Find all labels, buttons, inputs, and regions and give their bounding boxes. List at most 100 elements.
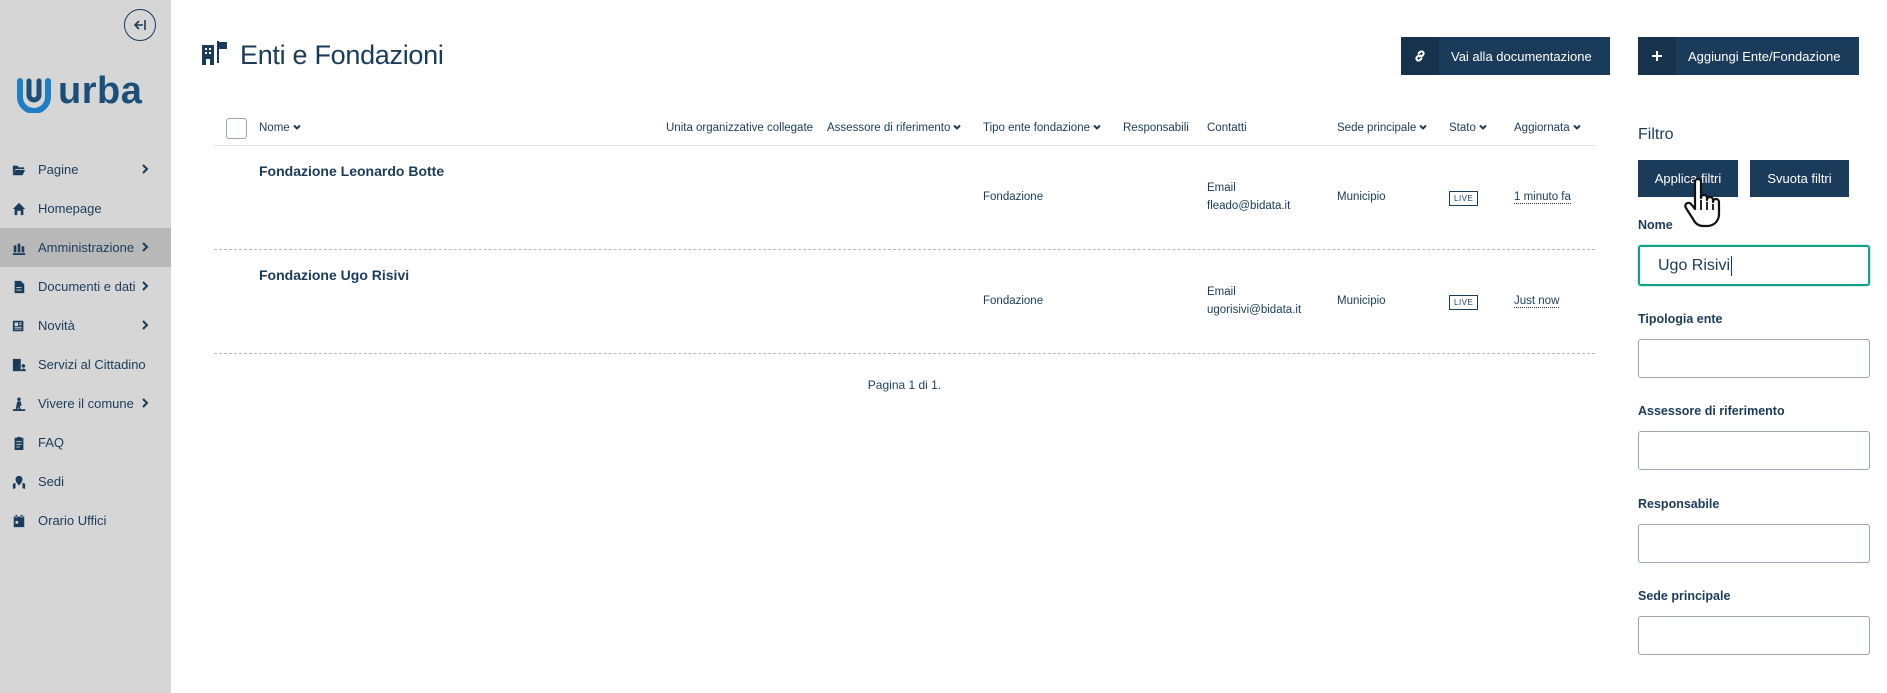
sidebar-item-label: Amministrazione (38, 240, 135, 255)
chevron-down-icon (290, 122, 301, 134)
filter-panel: Filtro Applica filtri Svuota filtri Nome… (1638, 126, 1870, 655)
column-label: Stato (1449, 122, 1476, 134)
sidebar-item-documenti[interactable]: Documenti e dati (0, 267, 171, 306)
sidebar-item-pagine[interactable]: Pagine (0, 150, 171, 189)
row-name-link[interactable]: Fondazione Ugo Risivi (259, 267, 409, 283)
nome-input[interactable]: Ugo Risivi (1638, 245, 1870, 286)
chevron-right-icon (139, 280, 151, 292)
select-all-checkbox[interactable] (226, 118, 247, 139)
collapse-sidebar-button[interactable] (124, 9, 156, 41)
sidebar-item-label: Homepage (38, 201, 102, 216)
column-stato[interactable]: Stato (1449, 122, 1487, 134)
column-label: Contatti (1207, 122, 1247, 134)
chevron-down-icon (1090, 122, 1101, 134)
page-header: Enti e Fondazioni (202, 40, 444, 71)
sede-input[interactable] (1638, 616, 1870, 655)
pagination: Pagina 1 di 1. (867, 378, 942, 392)
urba-logo[interactable]: urba (14, 70, 142, 113)
column-label: Responsabili (1123, 122, 1189, 134)
page-title: Enti e Fondazioni (240, 40, 444, 70)
column-label: Aggiornata (1514, 122, 1570, 134)
tipologia-input[interactable] (1638, 339, 1870, 378)
person-walking-icon (12, 396, 26, 411)
urba-logo-icon (17, 77, 51, 113)
sidebar-item-amministrazione[interactable]: Amministrazione (0, 228, 171, 267)
calendar-icon (12, 514, 26, 528)
link-icon (1401, 37, 1439, 75)
column-assessore[interactable]: Assessore di riferimento (827, 122, 962, 134)
home-icon (12, 202, 26, 216)
column-tipo[interactable]: Tipo ente fondazione (983, 122, 1101, 134)
column-label: Unita organizzative collegate (666, 122, 814, 134)
column-label: Tipo ente fondazione (983, 122, 1090, 134)
sidebar-item-label: Orario Uffici (38, 513, 107, 528)
documentation-button-label: Vai alla documentazione (1451, 48, 1592, 64)
nome-label: Nome (1638, 218, 1673, 232)
chevron-down-icon (1416, 122, 1427, 134)
sidebar-item-sedi[interactable]: Sedi (0, 462, 171, 501)
sidebar-item-label: Servizi al Cittadino (38, 357, 146, 372)
contact-email: fleado@bidata.it (1207, 200, 1291, 212)
chevron-right-icon (139, 163, 151, 175)
sidebar-item-label: Documenti e dati (38, 279, 136, 294)
sidebar-item-orario[interactable]: Orario Uffici (0, 501, 171, 540)
sidebar-item-faq[interactable]: FAQ (0, 423, 171, 462)
sidebar-nav: Pagine Homepage Amministrazione Document… (0, 150, 171, 540)
column-responsabili: Responsabili (1123, 122, 1189, 134)
contact-label: Email (1207, 182, 1236, 194)
row-aggiornata: Just now (1514, 292, 1560, 310)
building-columns-icon (12, 241, 26, 255)
newspaper-icon (12, 319, 26, 333)
enti-table: Nome Unita organizzative collegate Asses… (214, 116, 1595, 354)
contact-label: Email (1207, 286, 1236, 298)
assessore-input[interactable] (1638, 431, 1870, 470)
column-label: Nome (259, 122, 290, 134)
sidebar: urba Pagine Homepage Amministrazione Doc… (0, 0, 171, 693)
row-contatti: Email ugorisivi@bidata.it (1207, 283, 1301, 319)
chevron-right-icon (139, 241, 151, 253)
row-contatti: Email fleado@bidata.it (1207, 179, 1290, 215)
column-label: Assessore di riferimento (827, 122, 951, 134)
sidebar-item-servizi[interactable]: Servizi al Cittadino (0, 345, 171, 384)
row-name-link[interactable]: Fondazione Leonardo Botte (259, 163, 444, 179)
folder-open-icon (12, 163, 26, 177)
row-sede: Municipio (1337, 295, 1386, 307)
text-caret (1731, 255, 1733, 276)
table-header: Nome Unita organizzative collegate Asses… (214, 116, 1595, 146)
clear-filters-button[interactable]: Svuota filtri (1750, 160, 1849, 197)
contact-email: ugorisivi@bidata.it (1207, 304, 1302, 316)
column-nome[interactable]: Nome (259, 122, 301, 134)
column-sede[interactable]: Sede principale (1337, 122, 1427, 134)
sidebar-item-vivere[interactable]: Vivere il comune (0, 384, 171, 423)
sede-label: Sede principale (1638, 589, 1731, 603)
column-contatti: Contatti (1207, 122, 1247, 134)
column-aggiornata[interactable]: Aggiornata (1514, 122, 1581, 134)
chevron-right-icon (139, 397, 151, 409)
sidebar-item-label: Vivere il comune (38, 396, 134, 411)
sidebar-item-homepage[interactable]: Homepage (0, 189, 171, 228)
column-label: Sede principale (1337, 122, 1417, 134)
add-ente-button-label: Aggiungi Ente/Fondazione (1688, 48, 1841, 64)
responsabile-label: Responsabile (1638, 497, 1720, 511)
chevron-down-icon (1570, 122, 1581, 134)
sidebar-item-novita[interactable]: Novità (0, 306, 171, 345)
status-badge: LIVE (1449, 295, 1479, 310)
responsabile-input[interactable] (1638, 524, 1870, 563)
arrow-left-bar-icon (133, 20, 146, 30)
row-tipo: Fondazione (983, 295, 1044, 307)
column-unita: Unita organizzative collegate (666, 122, 813, 134)
row-sede: Municipio (1337, 191, 1386, 203)
table-row[interactable]: Fondazione Leonardo Botte Fondazione Ema… (214, 146, 1595, 250)
chevron-down-icon (950, 122, 962, 134)
documentation-button[interactable]: Vai alla documentazione (1401, 37, 1610, 75)
tipologia-label: Tipologia ente (1638, 312, 1723, 326)
table-row[interactable]: Fondazione Ugo Risivi Fondazione Email u… (214, 250, 1595, 354)
building-flag-icon (202, 41, 228, 70)
nome-input-value: Ugo Risivi (1658, 256, 1731, 274)
sidebar-item-label: Sedi (38, 474, 65, 489)
status-badge: LIVE (1449, 191, 1479, 206)
sidebar-item-label: FAQ (38, 435, 65, 450)
filter-title: Filtro (1638, 126, 1674, 143)
add-ente-button[interactable]: Aggiungi Ente/Fondazione (1638, 37, 1859, 75)
logo-text: urba (58, 70, 143, 112)
